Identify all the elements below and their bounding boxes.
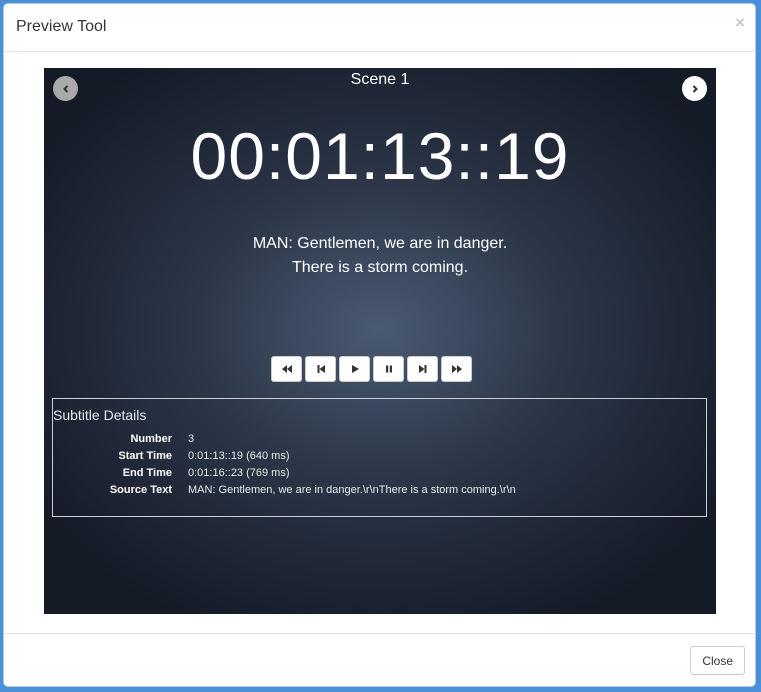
subtitle-line: MAN: Gentlemen, we are in danger. [252,235,508,252]
details-row: End Time 0:01:16::23 (769 ms) [53,467,516,484]
dialog-title: Preview Tool [16,18,107,35]
scene-title: Scene 1 [350,71,410,88]
fast-forward-icon [451,365,462,373]
step-backward-icon [317,365,325,373]
details-value: 0:01:13::19 (640 ms) [188,450,290,462]
subtitle-details-panel: Subtitle Details Number 3 Start Time 0:0… [52,398,707,517]
step-forward-button[interactable] [407,356,438,382]
details-value: MAN: Gentlemen, we are in danger.\r\nThe… [188,484,516,496]
subtitle-line: There is a storm coming. [291,259,469,276]
close-icon[interactable]: × [735,14,745,31]
play-icon [351,365,359,373]
preview-stage: Scene 1 00:01:13::19 MAN: Gentlemen, we … [44,68,716,614]
next-scene-button[interactable] [682,76,707,101]
play-button[interactable] [339,356,370,382]
details-value: 0:01:16::23 (769 ms) [188,467,290,479]
pause-button[interactable] [373,356,404,382]
chevron-right-icon [692,84,698,93]
fast-forward-button[interactable] [441,356,472,382]
details-row: Number 3 [53,433,516,450]
details-title: Subtitle Details [53,407,147,423]
details-label: Start Time [118,450,172,462]
details-row: Start Time 0:01:13::19 (640 ms) [53,450,516,467]
dialog-header: Preview Tool × [4,4,755,52]
dialog-footer: Close [4,633,755,686]
details-label: Number [130,433,172,445]
details-label: Source Text [109,484,172,496]
details-value: 3 [188,433,195,445]
pause-icon [385,365,392,373]
subtitle-text: MAN: Gentlemen, we are in danger. There … [44,232,716,280]
timecode-display: 00:01:13::19 [190,119,570,193]
details-row: Source Text MAN: Gentlemen, we are in da… [53,484,516,501]
details-label: End Time [122,467,172,479]
close-button[interactable]: Close [690,646,745,675]
step-forward-icon [418,365,426,373]
preview-tool-dialog: Preview Tool × Scene 1 00:01:13::19 MAN:… [3,3,756,687]
rewind-button[interactable] [271,356,302,382]
playback-controls [271,356,472,382]
step-back-button[interactable] [305,356,336,382]
fast-backward-icon [281,365,292,373]
details-table: Number 3 Start Time 0:01:13::19 (640 ms)… [53,433,516,501]
